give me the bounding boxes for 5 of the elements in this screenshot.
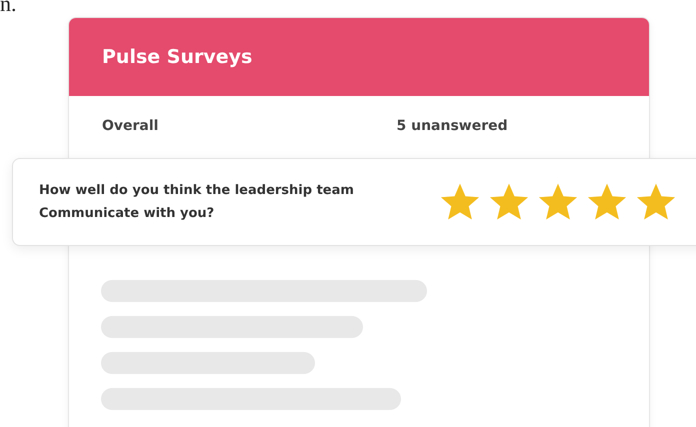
question-text: How well do you think the leadership team Communicate with you?: [39, 182, 355, 223]
cut-off-text: n.: [0, 0, 16, 17]
overall-label: Overall: [102, 118, 158, 134]
card-title: Pulse Surveys: [102, 46, 252, 68]
unanswered-count: 5 unanswered: [396, 118, 508, 134]
